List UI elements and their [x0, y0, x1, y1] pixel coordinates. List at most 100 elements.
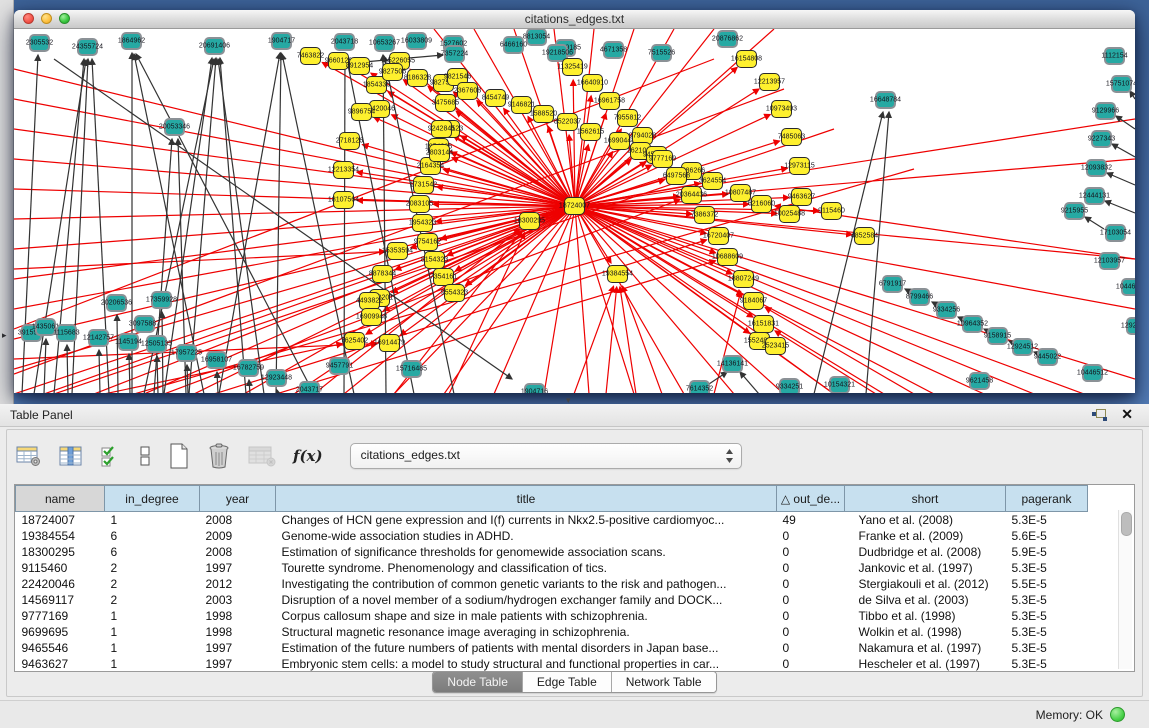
table-row[interactable]: 1830029562008Estimation of significance … [16, 544, 1088, 560]
column-header-year[interactable]: year [200, 486, 276, 512]
graph-node-22420046[interactable]: 22420046 [369, 100, 390, 118]
table-cell[interactable]: 5.9E-5 [1006, 544, 1088, 560]
graph-node-9146821[interactable]: 9146821 [511, 96, 532, 114]
graph-node-12505135[interactable]: 12505135 [146, 335, 167, 353]
table-cell[interactable]: 22420046 [16, 576, 105, 592]
table-cell[interactable]: 5.3E-5 [1006, 512, 1088, 529]
graph-node-9754162[interactable]: 9754162 [417, 233, 438, 251]
graph-node-16640910[interactable]: 16640910 [582, 74, 603, 92]
graph-node-4671358[interactable]: 4671358 [603, 41, 624, 59]
table-scrollbar[interactable] [1118, 510, 1132, 669]
graph-node-2083105[interactable]: 2083105 [409, 195, 430, 213]
graph-node-1115683[interactable]: 1115683 [56, 324, 77, 342]
graph-node-16648784[interactable]: 16648784 [875, 91, 896, 109]
graph-node-1954323[interactable]: 1954323 [412, 214, 433, 232]
graph-node-12093832[interactable]: 12093832 [1086, 159, 1107, 177]
table-cell[interactable]: 0 [777, 608, 845, 624]
graph-node-9115460[interactable]: 9115460 [821, 202, 842, 220]
graph-node-1588520[interactable]: 1588520 [533, 105, 554, 123]
graph-node-9463627[interactable]: 9463627 [791, 188, 812, 206]
graph-node-9334256[interactable]: 9334256 [936, 301, 957, 319]
table-cell[interactable]: 18724007 [16, 512, 105, 529]
graph-node-9621458[interactable]: 9621458 [969, 372, 990, 390]
graph-node-10154321[interactable]: 10154321 [829, 376, 850, 393]
table-mode-button[interactable] [14, 443, 44, 469]
graph-node-30975887[interactable]: 30975887 [134, 315, 155, 333]
column-header-in_degree[interactable]: in_degree [105, 486, 200, 512]
table-cell[interactable]: 2009 [200, 528, 276, 544]
table-cell[interactable]: 5.5E-5 [1006, 576, 1088, 592]
row-height-button[interactable] [137, 442, 153, 470]
graph-node-9554323[interactable]: 9554323 [444, 284, 465, 302]
collapse-arrow-icon[interactable]: ▸ [2, 330, 7, 341]
graph-node-16961758[interactable]: 16961758 [599, 92, 620, 110]
graph-node-7386372[interactable]: 7386372 [694, 206, 715, 224]
table-cell[interactable]: 5.3E-5 [1006, 560, 1088, 576]
table-cell[interactable]: Tibbo et al. (1998) [845, 608, 1006, 624]
select-columns-button[interactable] [98, 442, 124, 470]
graph-node-15751074[interactable]: 15751074 [1111, 75, 1132, 93]
graph-node-1904716[interactable]: 1904716 [524, 383, 545, 393]
table-cell[interactable]: 0 [777, 576, 845, 592]
table-cell[interactable]: Stergiakouli et al. (2012) [845, 576, 1006, 592]
table-selector[interactable]: citations_edges.txt [350, 443, 742, 469]
splitter-grabber-icon[interactable]: ▾ [566, 395, 571, 404]
graph-node-7515526[interactable]: 7515526 [651, 44, 672, 62]
function-builder-button[interactable]: f(x) [291, 445, 325, 467]
column-header-out_de[interactable]: △ out_de... [777, 486, 845, 512]
table-cell[interactable]: 9115460 [16, 560, 105, 576]
graph-node-9445022[interactable]: 9445022 [1037, 348, 1058, 366]
graph-node-12923448[interactable]: 12923448 [266, 369, 287, 387]
graph-node-12213957[interactable]: 12213957 [759, 73, 780, 91]
table-row[interactable]: 1938455462009Genome-wide association stu… [16, 528, 1088, 544]
graph-node-12142757[interactable]: 12142757 [88, 329, 109, 347]
table-cell[interactable]: Yano et al. (2008) [845, 512, 1006, 529]
table-cell[interactable]: 2003 [200, 592, 276, 608]
graph-node-6497568[interactable]: 6497568 [666, 167, 687, 185]
window-title-bar[interactable]: citations_edges.txt [14, 10, 1135, 29]
graph-node-15716485[interactable]: 15716485 [401, 360, 422, 378]
graph-node-7625402[interactable]: 7625402 [344, 332, 365, 350]
graph-node-12213354[interactable]: 12213354 [333, 161, 354, 179]
graph-node-17359928[interactable]: 17359928 [151, 291, 172, 309]
table-row[interactable]: 1872400712008Changes of HCN gene express… [16, 512, 1088, 529]
graph-node-3475685[interactable]: 3475685 [435, 94, 456, 112]
table-cell[interactable]: 0 [777, 528, 845, 544]
close-panel-button[interactable]: ✕ [1121, 406, 1133, 423]
graph-node-20364436[interactable]: 20364436 [681, 186, 702, 204]
table-cell[interactable]: Estimation of the future numbers of pati… [276, 640, 777, 656]
tab-node-table[interactable]: Node Table [433, 672, 523, 692]
graph-node-16720407[interactable]: 16720407 [708, 227, 729, 245]
table-cell[interactable]: 9465546 [16, 640, 105, 656]
graph-node-20876862[interactable]: 20876862 [717, 30, 738, 48]
table-cell[interactable]: Nakamura et al. (1997) [845, 640, 1006, 656]
delete-column-button[interactable] [205, 441, 233, 471]
graph-node-18107564[interactable]: 18107564 [333, 191, 354, 209]
column-header-short[interactable]: short [845, 486, 1006, 512]
graph-node-2718126[interactable]: 2718126 [339, 132, 360, 150]
table-cell[interactable]: 0 [777, 592, 845, 608]
graph-node-20206536[interactable]: 20206536 [106, 294, 127, 312]
graph-node-9215955[interactable]: 9215955 [1064, 202, 1085, 220]
graph-node-6466160[interactable]: 6466160 [503, 36, 524, 54]
table-cell[interactable]: 49 [777, 512, 845, 529]
graph-node-12444131[interactable]: 12444131 [1084, 187, 1105, 205]
table-cell[interactable]: 9777169 [16, 608, 105, 624]
table-cell[interactable]: 2 [105, 592, 200, 608]
table-cell[interactable]: Genome-wide association studies in ADHD. [276, 528, 777, 544]
graph-node-10653267[interactable]: 10653267 [374, 34, 395, 52]
column-header-title[interactable]: title [276, 486, 777, 512]
graph-node-16151831[interactable]: 16151831 [753, 315, 774, 333]
graph-node-7463822[interactable]: 7463822 [300, 47, 321, 65]
graph-node-8154323[interactable]: 8154323 [424, 251, 445, 269]
graph-node-9457791[interactable]: 9457791 [329, 357, 350, 375]
graph-node-2043717[interactable]: 2043717 [299, 381, 320, 393]
graph-node-9896754[interactable]: 9896754 [351, 103, 372, 121]
table-row[interactable]: 1456911722003Disruption of a novel membe… [16, 592, 1088, 608]
graph-node-17957225[interactable]: 17957225 [176, 344, 197, 362]
left-splitter-gutter[interactable]: ▸ [0, 0, 14, 404]
graph-node-7614352[interactable]: 7614352 [689, 380, 710, 393]
graph-node-1435061[interactable]: 1435061 [35, 318, 56, 336]
graph-node-18724007[interactable]: 18724007 [564, 197, 585, 215]
show-column-button[interactable] [57, 443, 85, 469]
